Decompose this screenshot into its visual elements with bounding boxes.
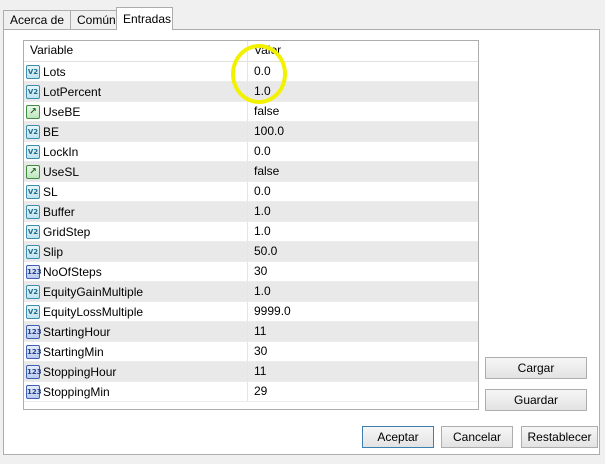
double-type-icon: V2 [26, 184, 40, 199]
value-cell[interactable]: 100.0 [248, 122, 478, 141]
variable-name: EquityGainMultiple [43, 284, 144, 299]
int-type-icon: 123 [26, 384, 42, 399]
double-type-icon: V2 [26, 144, 40, 159]
variable-name: LockIn [43, 144, 79, 159]
save-button[interactable]: Guardar [485, 389, 587, 411]
bool-type-icon: ↗ [26, 104, 40, 119]
variable-cell: V2 EquityLossMultiple [24, 302, 248, 321]
grid-rows: V2 Lots 0.0 V2 LotPercent 1.0 ↗ UseBE false V2 BE 1… [24, 62, 478, 402]
variable-cell: 123 NoOfSteps [24, 262, 248, 281]
variable-name: StartingHour [43, 324, 111, 339]
reset-button[interactable]: Restablecer [521, 426, 598, 448]
int-type-icon: 123 [26, 264, 42, 279]
double-type-icon: V2 [26, 204, 40, 219]
grid-row-equitylossmultiple[interactable]: V2 EquityLossMultiple 9999.0 [24, 302, 478, 322]
value-cell[interactable]: 1.0 [248, 222, 478, 241]
value-cell[interactable]: 1.0 [248, 202, 478, 221]
value-cell[interactable]: 0.0 [248, 182, 478, 201]
variable-cell: 123 StartingMin [24, 342, 248, 361]
grid-row-usesl[interactable]: ↗ UseSL false [24, 162, 478, 182]
variable-name: NoOfSteps [43, 264, 102, 279]
variable-cell: 123 StartingHour [24, 322, 248, 341]
variable-cell: V2 Lots [24, 62, 248, 81]
variable-name: StoppingHour [43, 364, 117, 379]
grid-row-startinghour[interactable]: 123 StartingHour 11 [24, 322, 478, 342]
value-cell[interactable]: false [248, 162, 478, 181]
grid-row-lockin[interactable]: V2 LockIn 0.0 [24, 142, 478, 162]
value-cell[interactable]: 30 [248, 262, 478, 281]
value-cell[interactable]: 30 [248, 342, 478, 361]
variable-cell: ↗ UseBE [24, 102, 248, 121]
variable-name: Lots [43, 64, 66, 79]
value-cell[interactable]: 9999.0 [248, 302, 478, 321]
grid-row-stoppingmin[interactable]: 123 StoppingMin 29 [24, 382, 478, 402]
double-type-icon: V2 [26, 64, 40, 79]
double-type-icon: V2 [26, 124, 40, 139]
tab-acerca-de[interactable]: Acerca de [3, 10, 71, 29]
accept-button[interactable]: Aceptar [362, 426, 434, 448]
variable-name: EquityLossMultiple [43, 304, 144, 319]
value-cell[interactable]: 0.0 [248, 62, 478, 81]
double-type-icon: V2 [26, 224, 40, 239]
variable-cell: V2 EquityGainMultiple [24, 282, 248, 301]
variable-name: StartingMin [43, 344, 104, 359]
variable-name: Slip [43, 244, 64, 259]
variable-name: UseSL [43, 164, 80, 179]
int-type-icon: 123 [26, 344, 42, 359]
grid-row-lots[interactable]: V2 Lots 0.0 [24, 62, 478, 82]
value-cell[interactable]: 50.0 [248, 242, 478, 261]
variable-name: Buffer [43, 204, 75, 219]
variable-cell: 123 StoppingHour [24, 362, 248, 381]
grid-row-usebe[interactable]: ↗ UseBE false [24, 102, 478, 122]
value-cell[interactable]: false [248, 102, 478, 121]
grid-row-noofsteps[interactable]: 123 NoOfSteps 30 [24, 262, 478, 282]
grid-row-equitygainmultiple[interactable]: V2 EquityGainMultiple 1.0 [24, 282, 478, 302]
variable-name: StoppingMin [43, 384, 110, 399]
double-type-icon: V2 [26, 284, 40, 299]
variable-name: SL [43, 184, 58, 199]
value-cell[interactable]: 29 [248, 382, 478, 401]
inputs-panel: Variable Valor V2 Lots 0.0 V2 LotPercent 1.0 ↗… [3, 29, 600, 455]
grid-row-lotpercent[interactable]: V2 LotPercent 1.0 [24, 82, 478, 102]
bool-type-icon: ↗ [26, 164, 40, 179]
variable-cell: V2 LockIn [24, 142, 248, 161]
parameters-grid[interactable]: Variable Valor V2 Lots 0.0 V2 LotPercent 1.0 ↗… [23, 40, 479, 410]
value-cell[interactable]: 1.0 [248, 82, 478, 101]
variable-cell: V2 Buffer [24, 202, 248, 221]
variable-cell: V2 Slip [24, 242, 248, 261]
variable-cell: V2 GridStep [24, 222, 248, 241]
grid-row-gridstep[interactable]: V2 GridStep 1.0 [24, 222, 478, 242]
variable-cell: V2 SL [24, 182, 248, 201]
int-type-icon: 123 [26, 364, 42, 379]
value-cell[interactable]: 1.0 [248, 282, 478, 301]
variable-name: BE [43, 124, 60, 139]
value-cell[interactable]: 11 [248, 362, 478, 381]
variable-cell: 123 StoppingMin [24, 382, 248, 401]
column-header-variable[interactable]: Variable [24, 41, 248, 61]
variable-cell: ↗ UseSL [24, 162, 248, 181]
double-type-icon: V2 [26, 304, 40, 319]
column-header-value[interactable]: Valor [248, 41, 478, 61]
variable-name: UseBE [43, 104, 81, 119]
variable-cell: V2 BE [24, 122, 248, 141]
grid-row-be[interactable]: V2 BE 100.0 [24, 122, 478, 142]
tab-entradas[interactable]: Entradas [116, 7, 173, 30]
variable-cell: V2 LotPercent [24, 82, 248, 101]
variable-name: LotPercent [43, 84, 102, 99]
grid-header: Variable Valor [24, 41, 478, 62]
cancel-button[interactable]: Cancelar [441, 426, 513, 448]
load-button[interactable]: Cargar [485, 357, 587, 379]
double-type-icon: V2 [26, 244, 40, 259]
grid-row-buffer[interactable]: V2 Buffer 1.0 [24, 202, 478, 222]
grid-row-stoppinghour[interactable]: 123 StoppingHour 11 [24, 362, 478, 382]
tab-comun[interactable]: Común [70, 10, 117, 29]
grid-row-startingmin[interactable]: 123 StartingMin 30 [24, 342, 478, 362]
value-cell[interactable]: 0.0 [248, 142, 478, 161]
value-cell[interactable]: 11 [248, 322, 478, 341]
double-type-icon: V2 [26, 84, 40, 99]
int-type-icon: 123 [26, 324, 42, 339]
grid-row-sl[interactable]: V2 SL 0.0 [24, 182, 478, 202]
variable-name: GridStep [43, 224, 91, 239]
grid-row-slip[interactable]: V2 Slip 50.0 [24, 242, 478, 262]
